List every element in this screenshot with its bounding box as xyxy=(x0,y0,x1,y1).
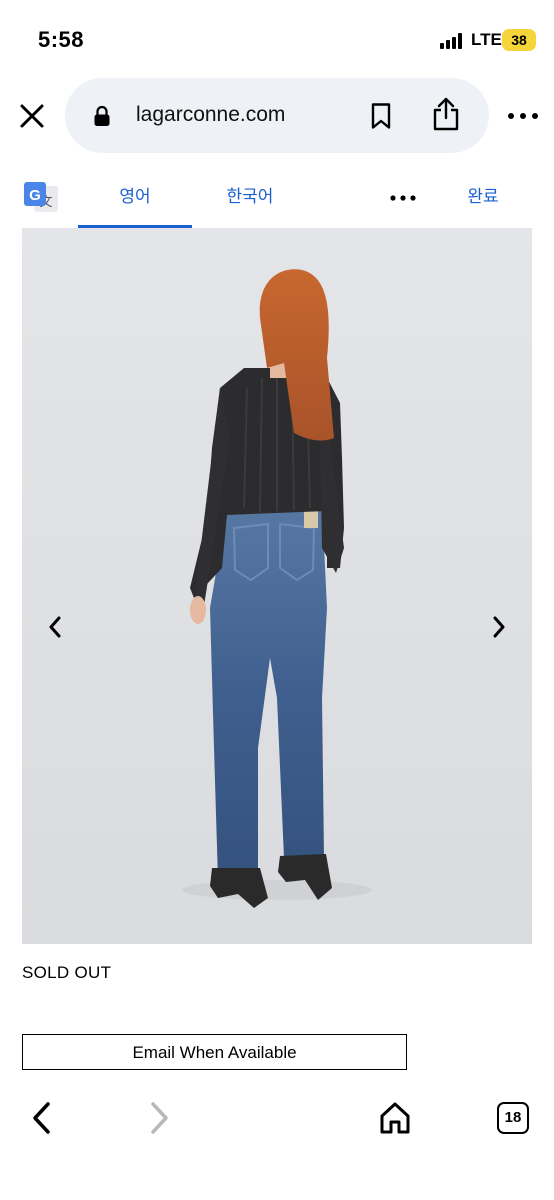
translate-more-icon[interactable] xyxy=(388,186,418,210)
close-icon xyxy=(20,104,44,128)
tab-english[interactable]: 영어 xyxy=(78,168,192,228)
status-bar: 5:58 LTE 38 xyxy=(0,0,554,80)
signal-icon xyxy=(440,33,464,49)
google-translate-icon: 文 G xyxy=(24,182,58,212)
next-image-arrow[interactable] xyxy=(487,612,511,642)
network-label: LTE xyxy=(471,30,502,49)
status-time: 5:58 xyxy=(38,27,85,52)
more-button[interactable] xyxy=(505,104,541,128)
model-photo xyxy=(22,228,532,944)
translate-done-button[interactable]: 완료 xyxy=(458,168,508,228)
close-button[interactable] xyxy=(16,100,48,132)
sold-out-label: SOLD OUT xyxy=(22,963,112,982)
tab-english-label: 영어 xyxy=(119,187,151,206)
back-icon[interactable] xyxy=(28,1100,56,1136)
bottom-toolbar: 18 xyxy=(0,1080,554,1200)
tab-korean[interactable]: 한국어 xyxy=(196,168,304,228)
lock-icon xyxy=(94,105,110,126)
address-bar[interactable]: lagarconne.com xyxy=(65,78,489,153)
translate-bar: 文 G 영어 한국어 완료 xyxy=(0,168,554,228)
bookmark-icon[interactable] xyxy=(370,102,392,130)
product-image[interactable] xyxy=(22,228,532,944)
share-icon[interactable] xyxy=(431,96,461,132)
tab-korean-label: 한국어 xyxy=(226,187,274,206)
svg-text:G: G xyxy=(29,187,41,204)
url-text: lagarconne.com xyxy=(136,103,286,126)
battery-icon: 38 xyxy=(502,29,536,51)
more-icon xyxy=(508,113,538,119)
previous-image-arrow[interactable] xyxy=(43,612,67,642)
forward-icon[interactable] xyxy=(145,1100,173,1136)
tabs-icon[interactable]: 18 xyxy=(497,1102,529,1134)
home-icon[interactable] xyxy=(378,1100,412,1136)
email-when-available-button[interactable]: Email When Available xyxy=(22,1034,407,1070)
